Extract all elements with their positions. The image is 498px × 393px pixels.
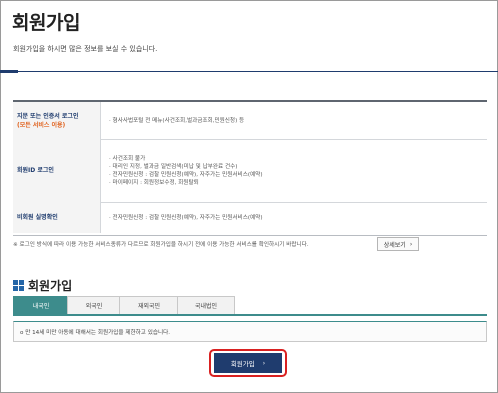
grid-icon (13, 280, 24, 291)
tab-domestic-corporation[interactable]: 국내법인 (177, 296, 235, 314)
member-type-tabs: 내국인 외국인 재외국민 국내법인 (13, 296, 487, 316)
login-row-member-id: 회원ID 로그인 · 사건조회 불가 · 대리인 지정, 벌과금 일반검색(미납… (13, 139, 487, 203)
section-header: 회원가입 (13, 277, 72, 294)
login-row-nonmember: 비회원 실명확인 · 전자민원신청 : 검찰 민원신청(예약), 자주가는 민원… (13, 202, 487, 233)
login-type-label: 비회원 실명확인 (17, 214, 58, 221)
title-divider-accent (0, 70, 18, 73)
tab-overseas-korean[interactable]: 재외국민 (119, 296, 179, 314)
login-type-table: 지문 또는 인증서 로그인 (모든 서비스 이용) · 형사사법포털 전 메뉴(… (13, 100, 487, 236)
login-row-certificate: 지문 또는 인증서 로그인 (모든 서비스 이용) · 형사사법포털 전 메뉴(… (13, 102, 487, 140)
login-type-label: 회원ID 로그인 (17, 167, 54, 174)
tab-foreigner[interactable]: 외국인 (67, 296, 121, 314)
tab-domestic[interactable]: 내국인 (13, 296, 69, 314)
chevron-right-icon: › (409, 240, 413, 248)
login-notice: ※ 로그인 방식에 따라 이용 가능한 서비스종류가 다르므로 회원가입을 하시… (13, 240, 309, 248)
login-row-body: · 사건조회 불가 · 대리인 지정, 벌과금 일반검색(미납 및 납부완료 건… (109, 139, 263, 202)
login-row-head: 지문 또는 인증서 로그인 (모든 서비스 이용) (13, 102, 101, 139)
login-type-note: (모든 서비스 이용) (17, 121, 66, 129)
login-row-body: · 전자민원신청 : 검찰 민원신청(예약), 자주가는 민원서비스(예약) (109, 202, 263, 233)
login-row-head: 비회원 실명확인 (13, 202, 101, 233)
page-title: 회원가입 (12, 12, 80, 34)
detail-view-label: 상세보기 (383, 241, 406, 249)
login-feature-item: · 전자민원신청 : 검찰 민원신청(예약), 자주가는 민원서비스(예약) (109, 214, 263, 221)
login-feature-item: · 대리인 지정, 벌과금 일반검색(미납 및 납부완료 건수) (109, 163, 238, 170)
login-feature-item: · 사건조회 불가 (109, 155, 146, 162)
join-button-label: 회원가입 (230, 360, 255, 368)
chevron-right-icon: › (262, 359, 266, 367)
login-feature-item: · 전자민원신청 : 검찰 민원신청(예약), 자주가는 민원서비스(예약) (109, 171, 263, 178)
login-feature-item: · 형사사법포털 전 메뉴(사건조회,벌과금조회,민원신청) 등 (109, 117, 245, 124)
notice-text: ※ 로그인 방식에 따라 이용 가능한 서비스종류가 다르므로 회원가입을 하시… (13, 242, 309, 248)
join-button[interactable]: 회원가입 › (214, 353, 282, 373)
title-divider (0, 71, 498, 72)
login-row-body: · 형사사법포털 전 메뉴(사건조회,벌과금조회,민원신청) 등 (109, 102, 244, 139)
detail-view-button[interactable]: 상세보기 › (377, 237, 419, 251)
tab-panel: o 만 14세 미만 아동에 대해서는 회원가입을 제한하고 있습니다. (13, 321, 487, 342)
section-title: 회원가입 (28, 279, 73, 293)
page-subtitle: 회원가입을 하시면 많은 정보를 보실 수 있습니다. (13, 45, 158, 53)
login-feature-item: · 마이페이지 : 회원정보수정, 회원탈퇴 (109, 179, 199, 186)
login-row-head: 회원ID 로그인 (13, 139, 101, 202)
age-restriction-notice: o 만 14세 미만 아동에 대해서는 회원가입을 제한하고 있습니다. (20, 329, 171, 336)
login-type-label: 지문 또는 인증서 로그인 (17, 112, 79, 120)
